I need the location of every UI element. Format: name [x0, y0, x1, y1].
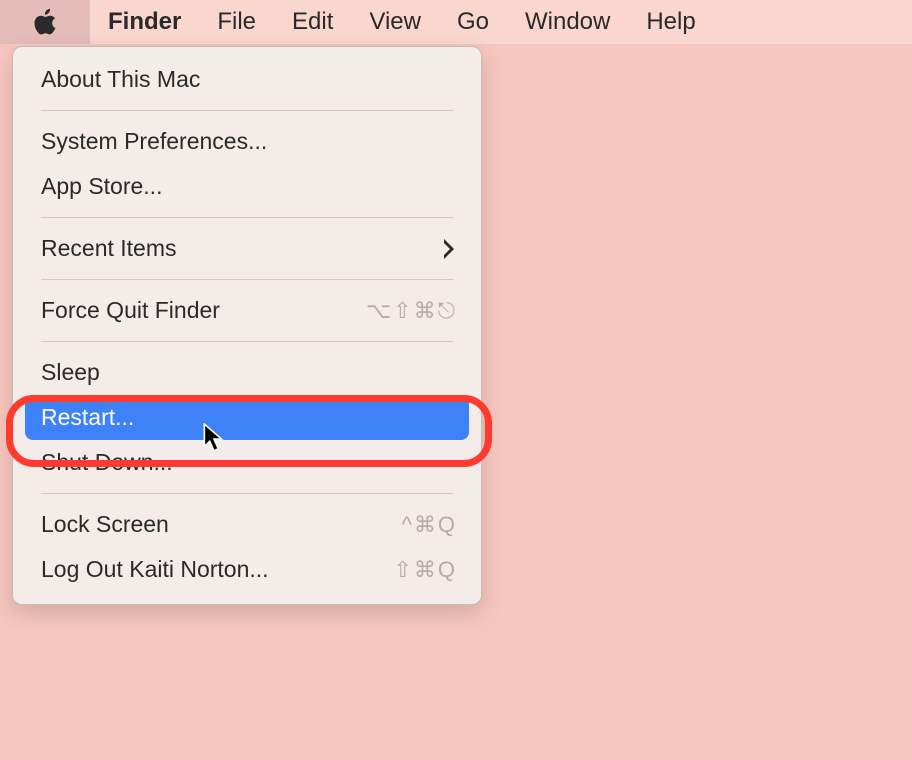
- menu-item-label: Recent Items: [41, 235, 177, 262]
- apple-logo-icon: [31, 4, 59, 41]
- menu-lock-screen[interactable]: Lock Screen ^⌘Q: [13, 502, 481, 547]
- menu-shortcut: ^⌘Q: [402, 512, 457, 538]
- menu-item-label: About This Mac: [41, 66, 200, 93]
- menubar-window[interactable]: Window: [507, 0, 628, 44]
- menu-app-store[interactable]: App Store...: [13, 164, 481, 209]
- menu-divider: [41, 279, 453, 280]
- menu-item-label: Restart...: [41, 404, 134, 431]
- menu-shortcut: ⌥⇧⌘⎋: [366, 298, 457, 324]
- menu-item-label: Sleep: [41, 359, 100, 386]
- menu-divider: [41, 110, 453, 111]
- menubar: Finder File Edit View Go Window Help: [0, 0, 912, 44]
- menubar-go[interactable]: Go: [439, 0, 507, 44]
- menubar-edit[interactable]: Edit: [274, 0, 351, 44]
- menu-item-label: Log Out Kaiti Norton...: [41, 556, 269, 583]
- menu-log-out[interactable]: Log Out Kaiti Norton... ⇧⌘Q: [13, 547, 481, 592]
- menubar-view[interactable]: View: [351, 0, 439, 44]
- chevron-right-icon: [441, 237, 457, 261]
- menu-force-quit[interactable]: Force Quit Finder ⌥⇧⌘⎋: [13, 288, 481, 333]
- menubar-app-name[interactable]: Finder: [90, 0, 199, 44]
- menu-restart[interactable]: Restart...: [25, 395, 469, 440]
- menu-divider: [41, 341, 453, 342]
- menubar-help[interactable]: Help: [628, 0, 713, 44]
- menu-item-label: System Preferences...: [41, 128, 267, 155]
- menu-item-label: Force Quit Finder: [41, 297, 220, 324]
- menu-item-label: Shut Down...: [41, 449, 173, 476]
- menu-shut-down[interactable]: Shut Down...: [13, 440, 481, 485]
- menu-divider: [41, 493, 453, 494]
- menu-shortcut: ⇧⌘Q: [393, 557, 457, 583]
- menubar-file[interactable]: File: [199, 0, 274, 44]
- menu-divider: [41, 217, 453, 218]
- menu-sleep[interactable]: Sleep: [13, 350, 481, 395]
- menu-system-preferences[interactable]: System Preferences...: [13, 119, 481, 164]
- menu-item-label: App Store...: [41, 173, 162, 200]
- menu-about-this-mac[interactable]: About This Mac: [13, 57, 481, 102]
- menu-recent-items[interactable]: Recent Items: [13, 226, 481, 271]
- apple-menu-dropdown: About This Mac System Preferences... App…: [12, 46, 482, 605]
- apple-menu-trigger[interactable]: [0, 0, 90, 44]
- menu-item-label: Lock Screen: [41, 511, 169, 538]
